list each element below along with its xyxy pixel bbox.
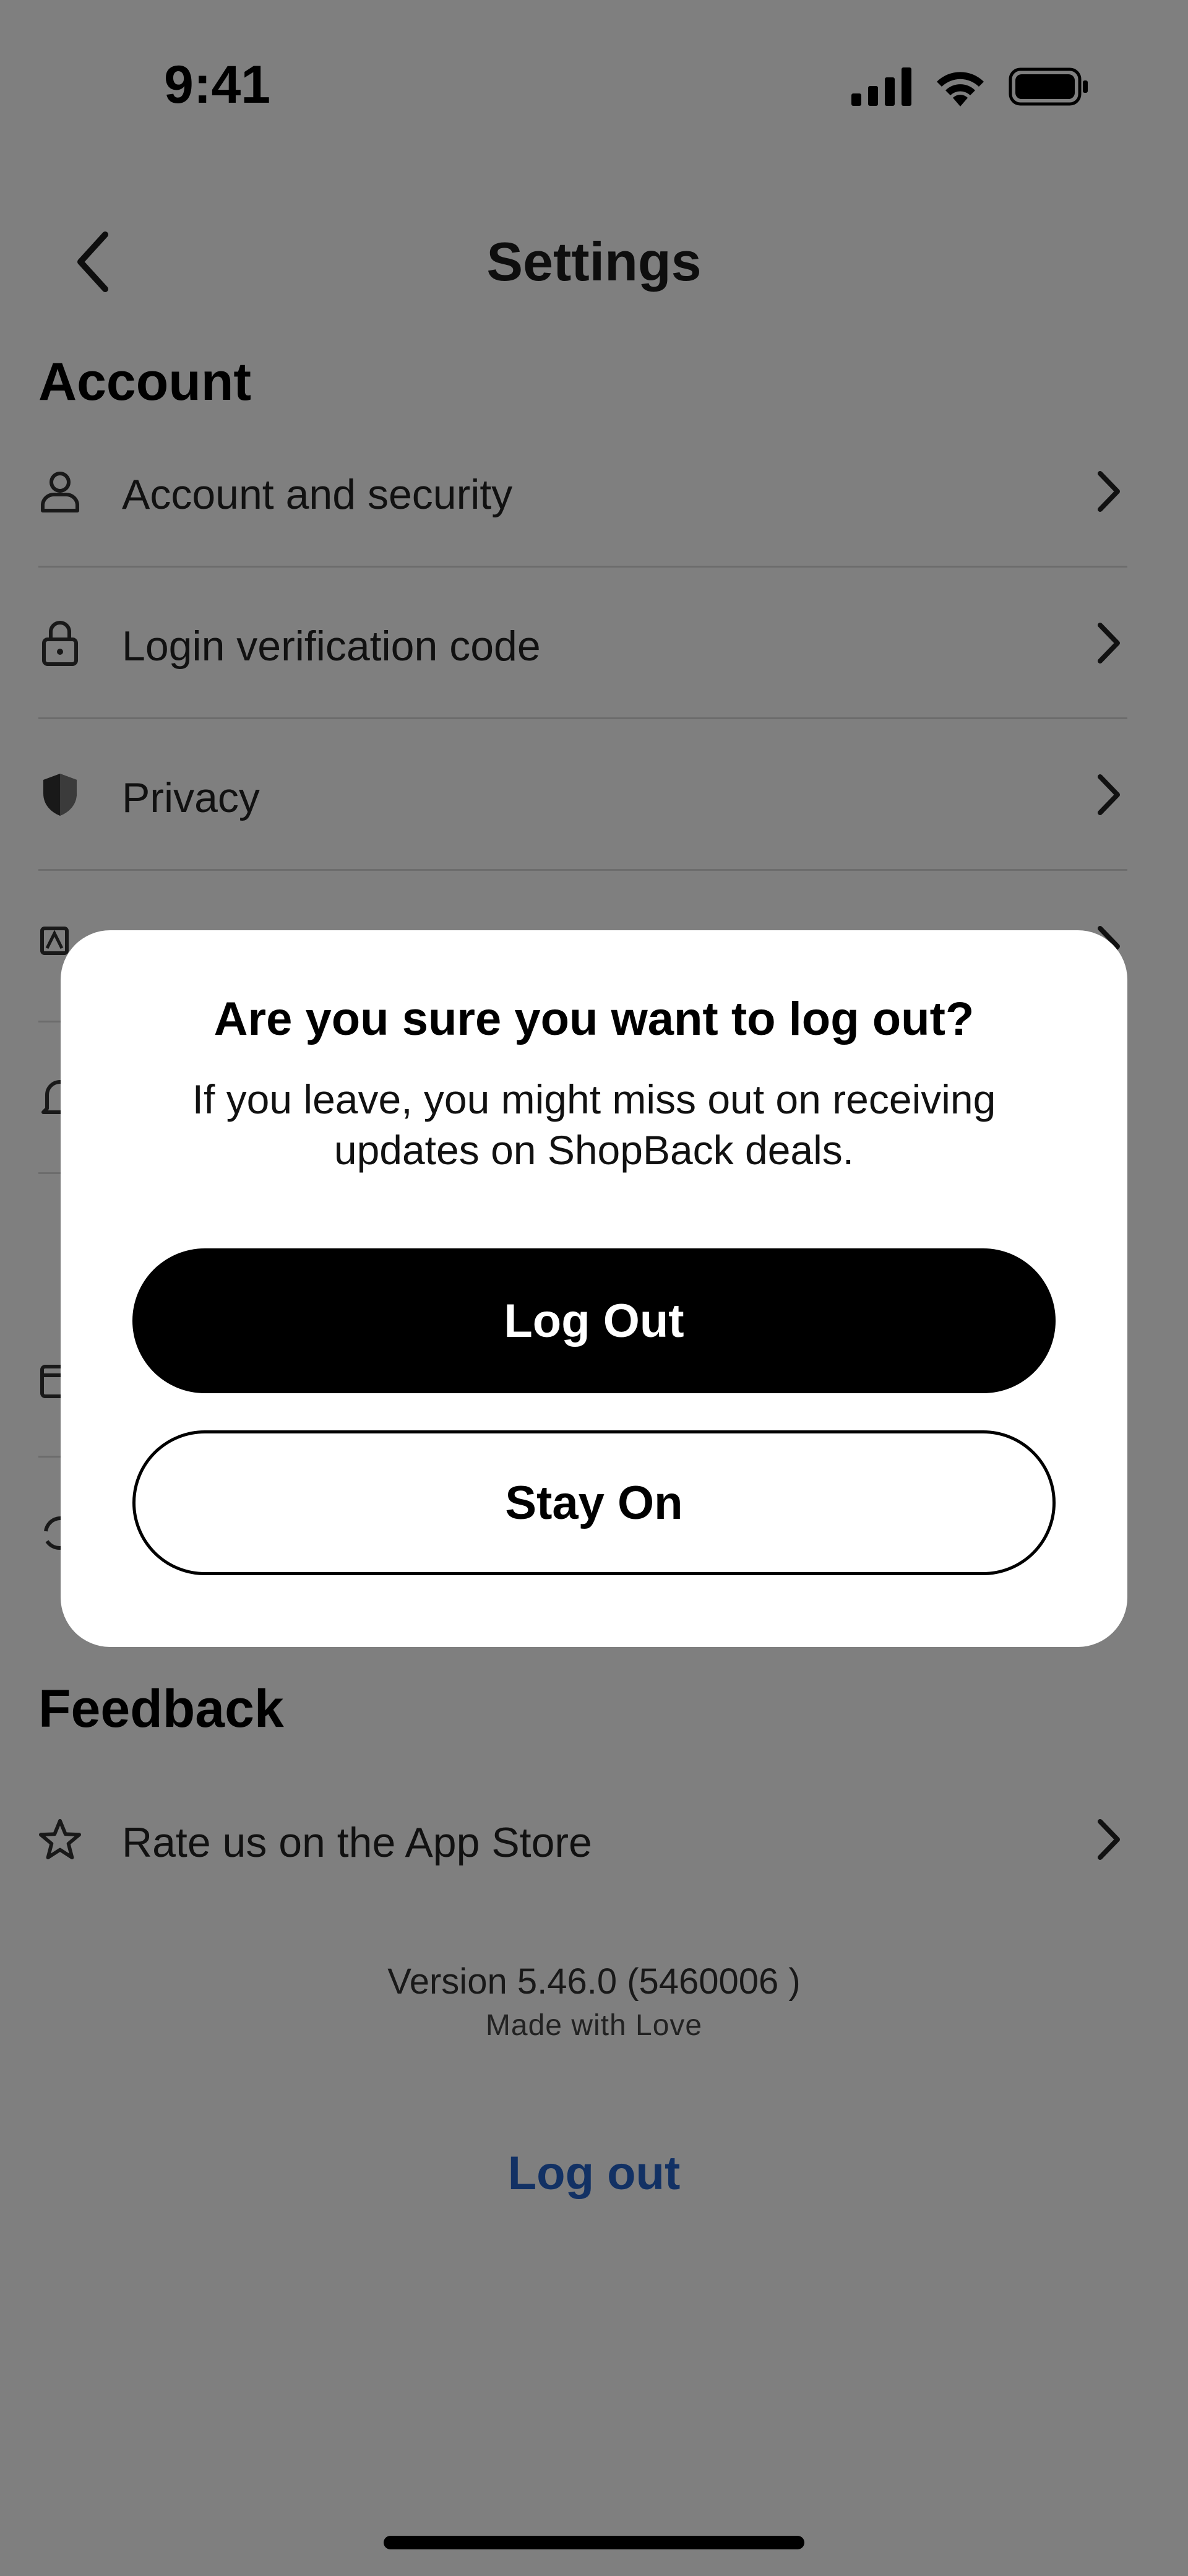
log-out-button[interactable]: Log Out [132,1248,1056,1393]
home-indicator [384,2536,804,2549]
stay-on-button[interactable]: Stay On [132,1430,1056,1575]
dialog-title: Are you sure you want to log out? [213,993,975,1045]
logout-confirm-dialog: Are you sure you want to log out? If you… [61,930,1127,1647]
dialog-message: If you leave, you might miss out on rece… [192,1076,996,1173]
settings-screen: 9:41 [0,0,1188,2576]
